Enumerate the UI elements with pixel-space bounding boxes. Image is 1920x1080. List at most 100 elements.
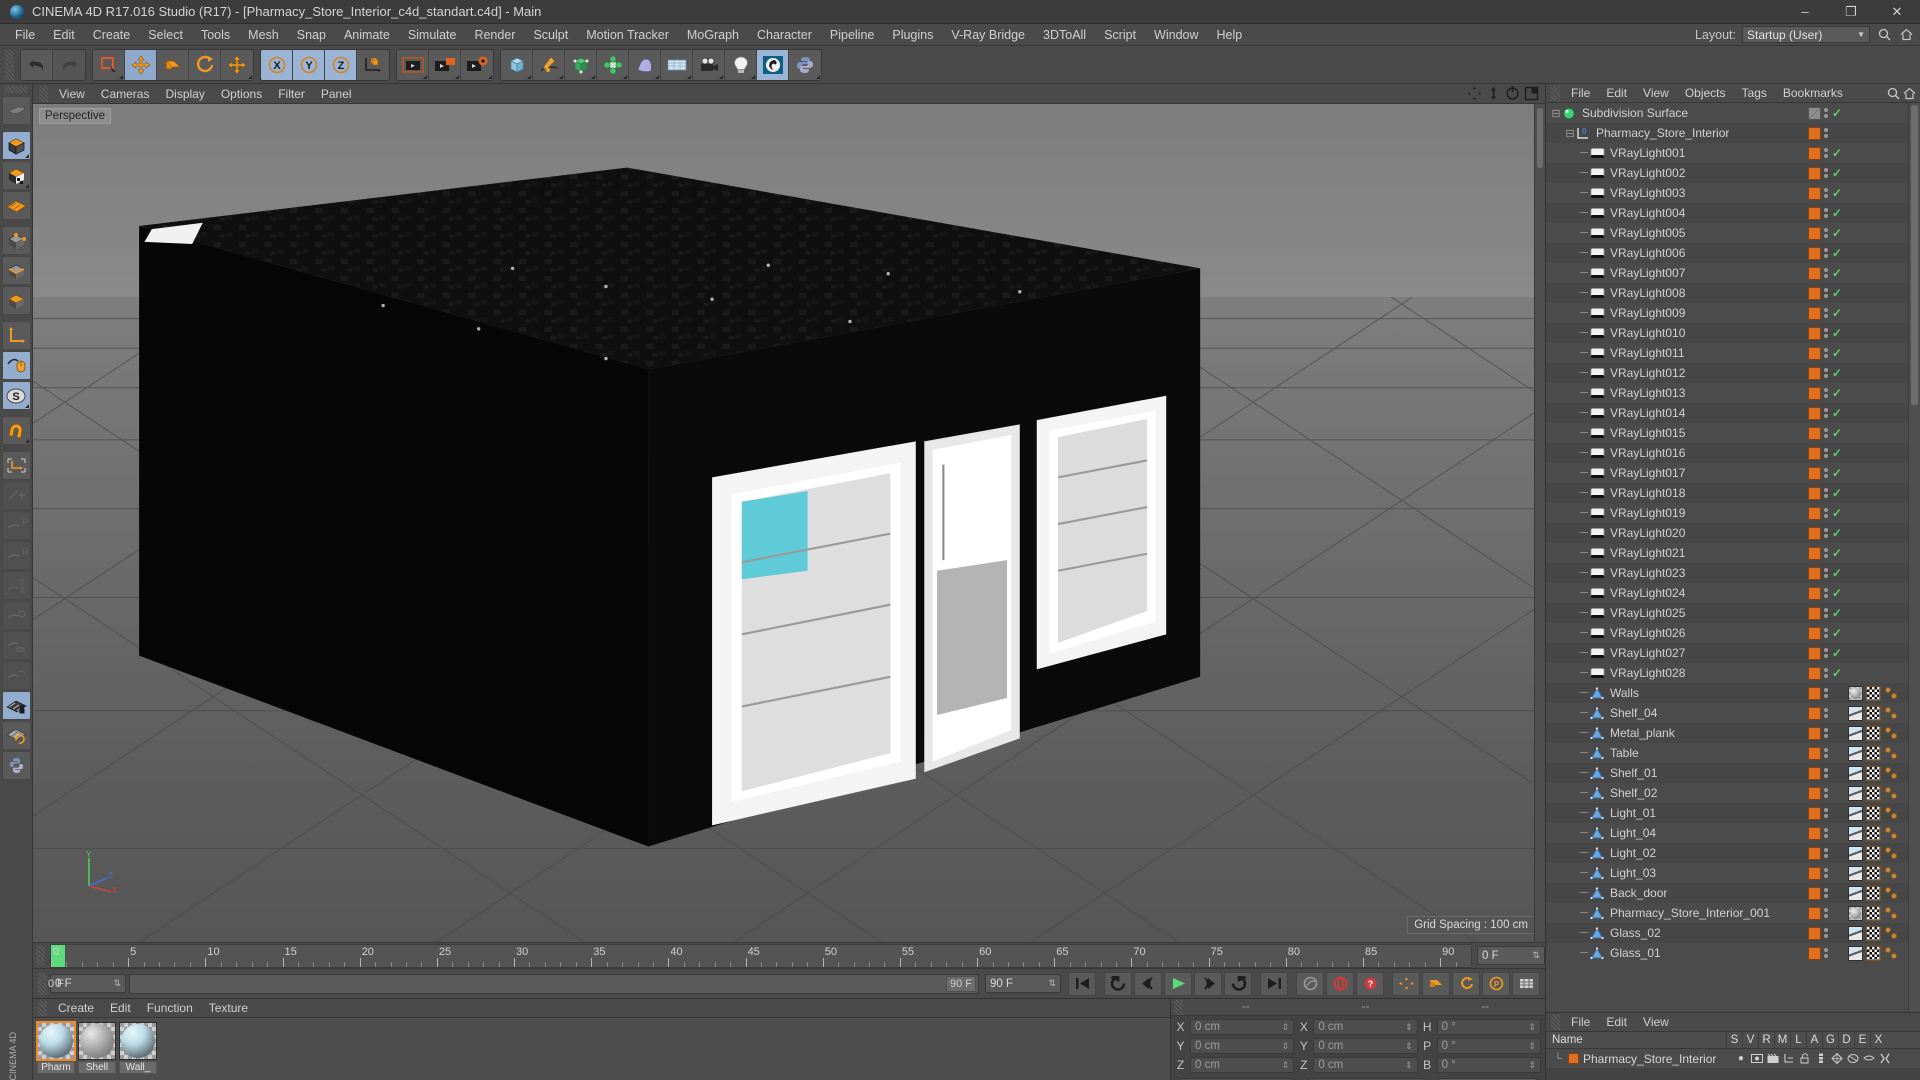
stepper-icon[interactable]: ⇕ <box>1282 1022 1290 1033</box>
layer-tag-icon[interactable] <box>1808 207 1821 220</box>
add-environment-button[interactable] <box>629 50 661 80</box>
minimize-button[interactable]: – <box>1782 0 1828 24</box>
layer-tag-icon[interactable] <box>1808 847 1821 860</box>
preview-range-slider[interactable]: 0 F 90 F <box>129 974 979 994</box>
enabled-check-icon[interactable]: ✓ <box>1832 586 1842 600</box>
viewport-solo-icon[interactable] <box>2 351 31 380</box>
menu-simulate[interactable]: Simulate <box>399 24 466 46</box>
material-swatch-list[interactable]: PharmShellWall_ <box>33 1018 1170 1080</box>
material-thumbnail[interactable] <box>78 1022 116 1060</box>
uvw-tag-icon[interactable] <box>1866 886 1881 901</box>
menu-vray-bridge[interactable]: V-Ray Bridge <box>942 24 1034 46</box>
expand-collapse-icon[interactable]: ⊟ <box>1564 127 1576 140</box>
visibility-dots-icon[interactable] <box>1824 688 1828 698</box>
layer-tag-icon[interactable] <box>1808 387 1821 400</box>
layer-tag-icon[interactable] <box>1808 487 1821 500</box>
add-cube-button[interactable] <box>501 50 533 80</box>
pos-y-field[interactable]: 0 cm⇕ <box>1190 1038 1294 1054</box>
object-row[interactable]: ─Shelf_04 <box>1546 703 1908 723</box>
enabled-check-icon[interactable]: ✓ <box>1832 406 1842 420</box>
autokey-toggle-button[interactable] <box>1296 972 1324 996</box>
visibility-dots-icon[interactable] <box>1824 808 1828 818</box>
object-row[interactable]: ─VRayLight021✓ <box>1546 543 1908 563</box>
object-row[interactable]: ─Shelf_01 <box>1546 763 1908 783</box>
layer-tag-icon[interactable] <box>1808 627 1821 640</box>
object-row[interactable]: ─Shelf_02 <box>1546 783 1908 803</box>
layer-tag-icon[interactable] <box>1808 887 1821 900</box>
add-camera-button[interactable] <box>693 50 725 80</box>
lock-z-axis-button[interactable]: Z <box>325 50 357 80</box>
lock-x-axis-button[interactable]: X <box>261 50 293 80</box>
tag-menu-view[interactable]: View <box>1635 1013 1677 1032</box>
material-tag-icon[interactable] <box>1848 726 1863 741</box>
menu-character[interactable]: Character <box>748 24 821 46</box>
enabled-check-icon[interactable]: ✓ <box>1832 446 1842 460</box>
object-row[interactable]: ─VRayLight010✓ <box>1546 323 1908 343</box>
stepper-icon[interactable]: ⇕ <box>1405 1060 1413 1071</box>
selection-tag-icon[interactable] <box>1884 786 1899 801</box>
visibility-dots-icon[interactable] <box>1824 628 1828 638</box>
stepper-icon[interactable]: ⇕ <box>1282 1060 1290 1071</box>
object-row[interactable]: ─VRayLight009✓ <box>1546 303 1908 323</box>
uvw-tag-icon[interactable] <box>1866 946 1881 961</box>
layer-tag-icon[interactable] <box>1808 347 1821 360</box>
layer-tag-icon[interactable] <box>1808 267 1821 280</box>
viewport-canvas[interactable]: Perspective Grid Spacing : 100 cm Y X Z <box>33 104 1545 942</box>
enabled-check-icon[interactable]: ✓ <box>1832 246 1842 260</box>
stepper-icon-3[interactable]: ⇅ <box>1048 978 1056 989</box>
visibility-dots-icon[interactable] <box>1824 208 1828 218</box>
selection-tag-icon[interactable] <box>1884 886 1899 901</box>
object-row[interactable]: ─VRayLight025✓ <box>1546 603 1908 623</box>
material-tag-icon[interactable] <box>1848 946 1863 961</box>
rotation-lock-icon[interactable]: R <box>2 541 31 570</box>
object-row[interactable]: ─VRayLight024✓ <box>1546 583 1908 603</box>
col-l[interactable]: L <box>1790 1032 1806 1049</box>
close-button[interactable]: ✕ <box>1874 0 1920 24</box>
undo-button[interactable] <box>21 50 53 80</box>
enabled-check-icon[interactable]: ✓ <box>1832 526 1842 540</box>
layer-tag-icon[interactable] <box>1808 227 1821 240</box>
visibility-dots-icon[interactable] <box>1824 168 1828 178</box>
viewport-menu-grip[interactable] <box>39 86 48 102</box>
menu-help[interactable]: Help <box>1208 24 1252 46</box>
object-row[interactable]: ─Glass_02 <box>1546 923 1908 943</box>
current-frame-field[interactable]: 0 F ⇅ <box>1477 946 1545 965</box>
visibility-dots-icon[interactable] <box>1824 508 1828 518</box>
visibility-dots-icon[interactable] <box>1824 148 1828 158</box>
add-deformer-button[interactable] <box>597 50 629 80</box>
axis-modify-icon[interactable] <box>2 321 31 350</box>
viewport-menu-options[interactable]: Options <box>213 84 270 104</box>
scrollbar-thumb[interactable] <box>1537 108 1543 168</box>
object-row[interactable]: ─VRayLight008✓ <box>1546 283 1908 303</box>
stepper-icon[interactable]: ⇅ <box>1532 950 1540 961</box>
col-r[interactable]: R <box>1758 1032 1774 1049</box>
point-level-animation-button[interactable] <box>1512 972 1540 996</box>
stepper-icon[interactable]: ⇕ <box>1528 1060 1536 1071</box>
layer-tag-icon[interactable] <box>1808 247 1821 260</box>
make-editable-icon[interactable] <box>2 96 31 125</box>
visibility-dots-icon[interactable] <box>1824 608 1828 618</box>
object-row[interactable]: ─VRayLight012✓ <box>1546 363 1908 383</box>
enabled-check-icon[interactable]: ✓ <box>1832 666 1842 680</box>
layer-tag-icon[interactable] <box>1808 667 1821 680</box>
visibility-dots-icon[interactable] <box>1824 668 1828 678</box>
material-thumbnail[interactable] <box>37 1022 75 1060</box>
visibility-dots-icon[interactable] <box>1824 588 1828 598</box>
layer-tag-icon[interactable] <box>1808 307 1821 320</box>
uvw-tag-icon[interactable] <box>1866 806 1881 821</box>
object-row[interactable]: ─VRayLight015✓ <box>1546 423 1908 443</box>
uvw-tag-icon[interactable] <box>1866 926 1881 941</box>
scrollbar-thumb[interactable] <box>1911 105 1918 405</box>
enabled-check-icon[interactable]: ✓ <box>1832 606 1842 620</box>
layer-tag-icon[interactable] <box>1808 167 1821 180</box>
toolbar-grip[interactable] <box>5 50 14 80</box>
enabled-check-icon[interactable]: ✓ <box>1832 186 1842 200</box>
layer-tag-icon[interactable] <box>1808 727 1821 740</box>
visibility-dots-icon[interactable] <box>1824 488 1828 498</box>
move-tool-button[interactable] <box>125 50 157 80</box>
psr-lock-icon[interactable]: PSR <box>2 571 31 600</box>
menu-mograph[interactable]: MoGraph <box>678 24 748 46</box>
visibility-dots-icon[interactable] <box>1824 428 1828 438</box>
menu-render[interactable]: Render <box>465 24 524 46</box>
layer-tag-icon[interactable] <box>1808 647 1821 660</box>
